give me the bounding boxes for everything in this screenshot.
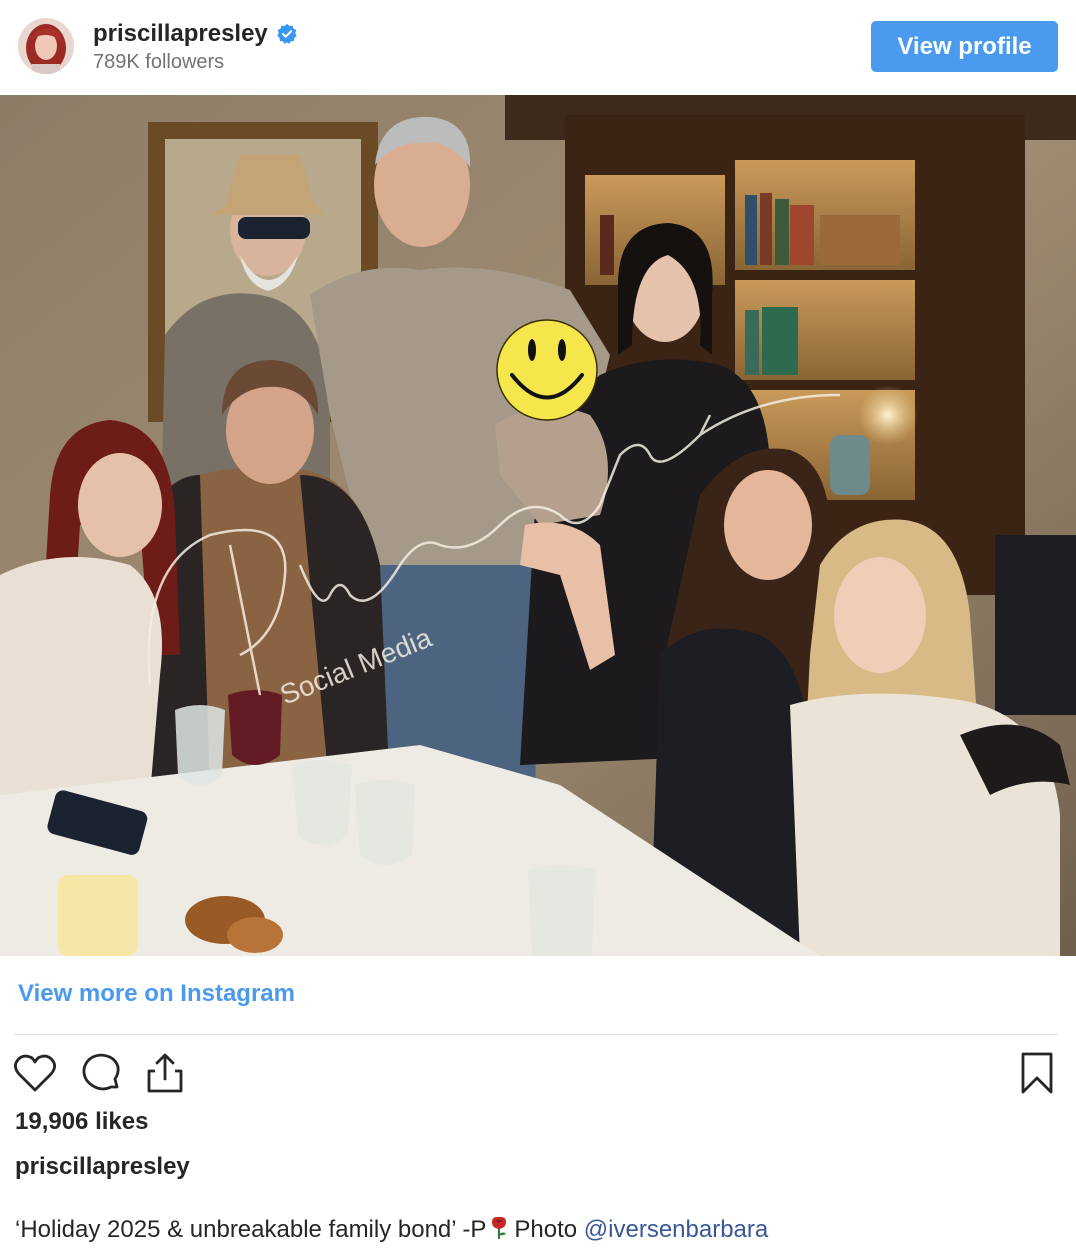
caption-mention-link[interactable]: @iversenbarbara (584, 1216, 768, 1243)
likes-count[interactable]: 19,906 likes (15, 1108, 148, 1136)
view-more-link[interactable]: View more on Instagram (18, 980, 295, 1008)
caption: ‘Holiday 2025 & unbreakable family bond’… (15, 1216, 768, 1244)
rose-icon (488, 1216, 510, 1240)
bookmark-icon[interactable] (1014, 1050, 1060, 1096)
divider (14, 1034, 1058, 1035)
share-icon[interactable] (142, 1050, 188, 1096)
follower-count: 789K followers (93, 51, 225, 73)
post-actions (0, 1048, 1076, 1098)
username[interactable]: priscillapresley (93, 20, 268, 48)
caption-photo-label: Photo (514, 1216, 578, 1243)
caption-text: ‘Holiday 2025 & unbreakable family bond’… (15, 1216, 487, 1243)
post-header: priscillapresley 789K followers View pro… (0, 0, 1076, 95)
heart-icon[interactable] (12, 1050, 58, 1096)
view-profile-button[interactable]: View profile (871, 21, 1058, 72)
comment-icon[interactable] (78, 1050, 124, 1096)
profile-avatar[interactable] (18, 18, 74, 74)
caption-author[interactable]: priscillapresley (15, 1153, 190, 1181)
verified-badge-icon (276, 23, 298, 45)
post-photo[interactable]: Social Media (0, 95, 1076, 956)
